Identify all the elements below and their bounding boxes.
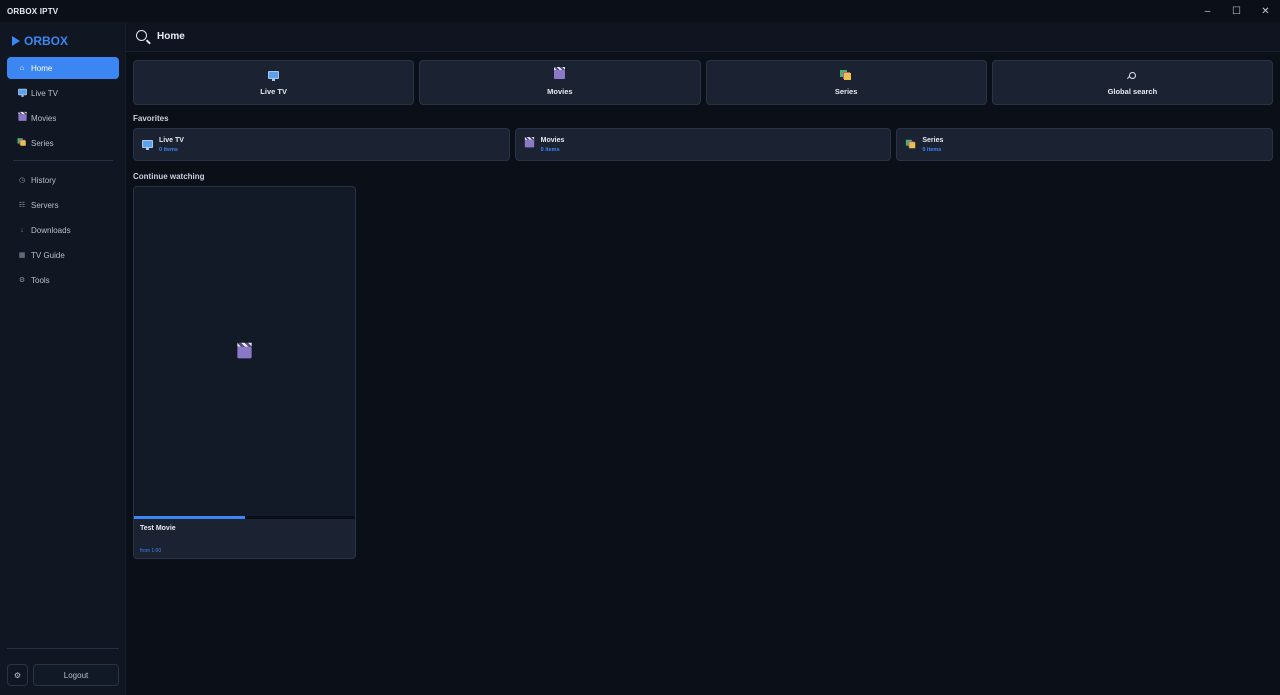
sidebar-item-servers[interactable]: ☷ Servers [7, 194, 119, 216]
sidebar-nav: ⌂ Home Live TV Movies Series ◷ History ☷… [7, 57, 119, 294]
sidebar-item-tv-guide[interactable]: ▦ TV Guide [7, 244, 119, 266]
logo-text: ORBOX [24, 34, 69, 48]
tile-label: Global search [1107, 86, 1158, 96]
favorite-live-tv[interactable]: Live TV 0 items [133, 128, 510, 161]
sidebar-item-label: TV Guide [31, 250, 65, 260]
category-tiles: Live TV Movies Series Global search [133, 60, 1273, 105]
app-title: ORBOX IPTV [7, 6, 59, 16]
logout-button[interactable]: Logout [33, 664, 119, 686]
tile-label: Live TV [260, 86, 287, 96]
window-controls: – ☐ ✕ [1193, 0, 1280, 22]
poster-placeholder [134, 187, 355, 516]
play-icon [12, 36, 20, 46]
favorites-heading: Favorites [133, 114, 169, 123]
series-icon [16, 137, 28, 149]
favorites-list: Live TV 0 items Movies 0 items Series 0 … [133, 128, 1274, 161]
card-subtitle: from 1:00 [140, 548, 162, 554]
clapper-icon [524, 137, 536, 150]
clapper-icon [16, 111, 28, 124]
search-icon [1128, 70, 1136, 84]
sidebar-item-label: Home [31, 63, 53, 73]
favorite-count: 0 items [922, 146, 942, 153]
gear-icon: ⚙ [13, 670, 22, 680]
series-icon [905, 139, 917, 151]
sidebar-item-series[interactable]: Series [7, 132, 119, 154]
sidebar-item-label: History [31, 175, 56, 185]
tv-icon [16, 88, 28, 98]
app-logo[interactable]: ORBOX [12, 34, 68, 48]
settings-button[interactable]: ⚙ [7, 664, 28, 686]
sidebar-item-label: Tools [31, 275, 50, 285]
watch-progress-fill [134, 516, 245, 519]
gear-icon: ⚙ [18, 277, 26, 284]
sidebar-item-label: Downloads [31, 225, 71, 235]
sidebar-item-label: Series [31, 138, 54, 148]
favorite-name: Live TV [159, 136, 184, 144]
top-bar: Home [126, 22, 1280, 52]
maximize-button[interactable]: ☐ [1222, 0, 1251, 22]
tv-icon [268, 70, 280, 84]
sidebar-item-live-tv[interactable]: Live TV [7, 82, 119, 104]
sidebar-item-label: Movies [31, 113, 57, 123]
tile-movies[interactable]: Movies [419, 60, 701, 105]
favorite-name: Series [922, 136, 944, 144]
continue-watching-card[interactable]: Test Movie from 1:00 [133, 186, 356, 559]
tile-label: Series [834, 86, 858, 96]
tile-global-search[interactable]: Global search [991, 60, 1273, 105]
watch-progress-bar [134, 516, 355, 519]
sidebar-item-movies[interactable]: Movies [7, 107, 119, 129]
sidebar-bottom-divider [7, 648, 119, 649]
favorite-count: 0 items [159, 146, 178, 153]
download-icon: ↓ [20, 226, 24, 234]
close-button[interactable]: ✕ [1251, 0, 1280, 22]
clapper-icon [237, 342, 252, 360]
home-icon: ⌂ [19, 64, 25, 72]
clapper-icon [554, 66, 566, 84]
series-icon [840, 69, 852, 84]
tile-live-tv[interactable]: Live TV [133, 60, 415, 105]
tile-series[interactable]: Series [705, 60, 987, 105]
grid-icon: ▦ [18, 252, 26, 259]
favorite-name: Movies [540, 136, 565, 144]
sidebar-item-tools[interactable]: ⚙ Tools [7, 269, 119, 291]
list-icon: ☷ [18, 202, 26, 209]
favorite-series[interactable]: Series 0 items [896, 128, 1274, 161]
title-bar: ORBOX IPTV – ☐ ✕ [0, 0, 1280, 22]
sidebar-item-downloads[interactable]: ↓ Downloads [7, 219, 119, 241]
minimize-button[interactable]: – [1193, 0, 1222, 22]
favorite-movies[interactable]: Movies 0 items [514, 128, 892, 161]
page-title: Home [157, 31, 185, 42]
search-icon[interactable] [136, 30, 147, 41]
sidebar-item-label: Servers [31, 200, 59, 210]
sidebar-item-history[interactable]: ◷ History [7, 169, 119, 191]
continue-watching-heading: Continue watching [133, 172, 205, 181]
card-title: Test Movie [140, 525, 176, 532]
sidebar-item-label: Live TV [31, 88, 58, 98]
sidebar: ORBOX ⌂ Home Live TV Movies Series ◷ His… [0, 22, 126, 695]
favorite-count: 0 items [540, 146, 560, 153]
sidebar-divider [13, 160, 113, 161]
clock-icon: ◷ [18, 177, 26, 184]
sidebar-item-home[interactable]: ⌂ Home [7, 57, 119, 79]
tv-icon [142, 139, 154, 150]
tile-label: Movies [547, 86, 573, 96]
